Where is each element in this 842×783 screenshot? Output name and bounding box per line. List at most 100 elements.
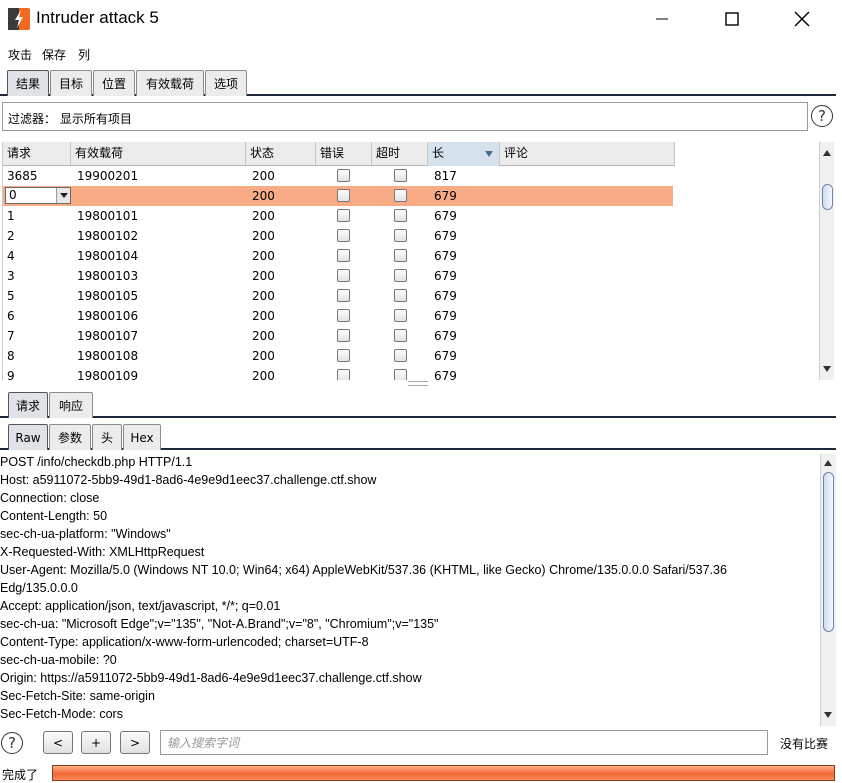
column-header-length-label: 长 (432, 146, 445, 160)
cell-error-checkbox[interactable] (337, 169, 350, 182)
tab-headers[interactable]: 头 (92, 424, 122, 450)
request-line: POST /info/checkdb.php HTTP/1.1 (0, 455, 193, 469)
table-row[interactable]: 4 19800104 200 679 (3, 246, 819, 266)
cell-error-checkbox[interactable] (337, 209, 350, 222)
cell-error-checkbox[interactable] (337, 349, 350, 362)
tab-results[interactable]: 结果 (7, 70, 49, 96)
column-header-request[interactable]: 请求 (3, 142, 71, 166)
chevron-down-icon[interactable] (56, 188, 70, 203)
cell-request: 4 (7, 249, 15, 263)
cell-timeout-checkbox[interactable] (394, 309, 407, 322)
cell-payload: 19800108 (77, 349, 139, 363)
request-line: Sec-Fetch-Mode: cors (0, 707, 123, 721)
cell-error-checkbox[interactable] (337, 329, 350, 342)
cell-error-checkbox[interactable] (337, 229, 350, 242)
cell-timeout-checkbox[interactable] (394, 289, 407, 302)
maximize-button[interactable] (709, 0, 755, 38)
request-scroll-down-icon[interactable] (824, 712, 832, 718)
column-header-length[interactable]: 长 (428, 142, 500, 166)
cell-status: 200 (252, 229, 275, 243)
help-icon[interactable]: ? (811, 105, 833, 127)
tab-raw[interactable]: Raw (8, 424, 48, 450)
tab-options[interactable]: 选项 (205, 70, 247, 96)
cell-status: 200 (252, 369, 275, 380)
cell-error-checkbox[interactable] (337, 369, 350, 380)
scroll-up-icon[interactable] (823, 150, 831, 156)
column-header-payload[interactable]: 有效载荷 (71, 142, 246, 166)
table-scroll-thumb[interactable] (822, 184, 833, 210)
cell-status: 200 (252, 309, 275, 323)
cell-request: 6 (7, 309, 15, 323)
cell-error-checkbox[interactable] (337, 249, 350, 262)
cell-timeout-checkbox[interactable] (394, 329, 407, 342)
cell-error-checkbox[interactable] (337, 269, 350, 282)
tab-hex[interactable]: Hex (123, 424, 161, 450)
cell-status: 200 (252, 289, 275, 303)
table-scrollbar[interactable] (819, 142, 834, 380)
search-help-icon[interactable]: ? (1, 732, 23, 754)
cell-timeout-checkbox[interactable] (394, 349, 407, 362)
cell-payload: 19800106 (77, 309, 139, 323)
table-row[interactable]: 6 19800106 200 679 (3, 306, 819, 326)
table-row[interactable]: 5 19800105 200 679 (3, 286, 819, 306)
search-add-button[interactable]: + (81, 731, 111, 754)
cell-length: 679 (434, 269, 457, 283)
column-header-error[interactable]: 错误 (316, 142, 372, 166)
table-row[interactable]: 8 19800108 200 679 (3, 346, 819, 366)
scroll-down-icon[interactable] (823, 366, 831, 372)
column-header-comment[interactable]: 评论 (500, 142, 675, 166)
search-next-button[interactable]: > (120, 731, 150, 754)
table-row[interactable]: 3685 19900201 200 817 (3, 166, 819, 186)
cell-request: 7 (7, 329, 15, 343)
title-bar: Intruder attack 5 (0, 0, 842, 38)
cell-error-checkbox[interactable] (337, 309, 350, 322)
cell-timeout-checkbox[interactable] (394, 209, 407, 222)
table-row[interactable]: 1 19800101 200 679 (3, 206, 819, 226)
table-row[interactable]: 9 19800109 200 679 (3, 366, 819, 380)
table-row[interactable]: 3 19800103 200 679 (3, 266, 819, 286)
cell-status: 200 (252, 209, 275, 223)
table-row[interactable]: 0 200 679 (3, 186, 819, 206)
request-scroll-thumb[interactable] (823, 472, 834, 632)
column-header-timeout[interactable]: 超时 (372, 142, 428, 166)
tab-params[interactable]: 参数 (49, 424, 91, 450)
request-scrollbar[interactable] (820, 454, 836, 726)
table-row[interactable]: 7 19800107 200 679 (3, 326, 819, 346)
cell-length: 679 (434, 329, 457, 343)
cell-length: 679 (434, 209, 457, 223)
tab-response[interactable]: 响应 (49, 392, 93, 418)
filter-bar[interactable]: 过滤器： 显示所有项目 (2, 102, 808, 131)
attack-progress-bar (52, 765, 835, 781)
cell-timeout-checkbox[interactable] (394, 229, 407, 242)
cell-timeout-checkbox[interactable] (394, 169, 407, 182)
cell-timeout-checkbox[interactable] (394, 249, 407, 262)
menu-save[interactable]: 保存 (42, 46, 66, 63)
request-line: sec-ch-ua-platform: "Windows" (0, 527, 171, 541)
column-header-status[interactable]: 状态 (246, 142, 316, 166)
cell-timeout-checkbox[interactable] (394, 189, 407, 202)
cell-timeout-checkbox[interactable] (394, 269, 407, 282)
tab-positions[interactable]: 位置 (93, 70, 135, 96)
cell-length: 679 (434, 289, 457, 303)
menu-columns[interactable]: 列 (78, 46, 90, 63)
cell-timeout-checkbox[interactable] (394, 369, 407, 380)
table-row[interactable]: 2 19800102 200 679 (3, 226, 819, 246)
split-pane-handle[interactable] (408, 381, 428, 386)
minimize-button[interactable] (639, 0, 685, 38)
cell-payload: 19800105 (77, 289, 139, 303)
menu-bar: 攻击 保存 列 (0, 42, 842, 64)
tab-payloads[interactable]: 有效载荷 (136, 70, 204, 96)
tab-request[interactable]: 请求 (8, 392, 48, 418)
cell-error-checkbox[interactable] (337, 289, 350, 302)
request-scroll-up-icon[interactable] (824, 460, 832, 466)
tab-target[interactable]: 目标 (50, 70, 92, 96)
window-title: Intruder attack 5 (36, 8, 159, 27)
cell-error-checkbox[interactable] (337, 189, 350, 202)
search-input[interactable] (160, 730, 768, 755)
close-button[interactable] (779, 0, 825, 38)
cell-payload: 19800107 (77, 329, 139, 343)
search-prev-button[interactable]: < (43, 731, 73, 754)
request-editor[interactable]: POST /info/checkdb.php HTTP/1.1 Host: a59… (0, 454, 820, 726)
request-number-editor[interactable]: 0 (5, 187, 71, 204)
menu-attack[interactable]: 攻击 (8, 46, 32, 63)
